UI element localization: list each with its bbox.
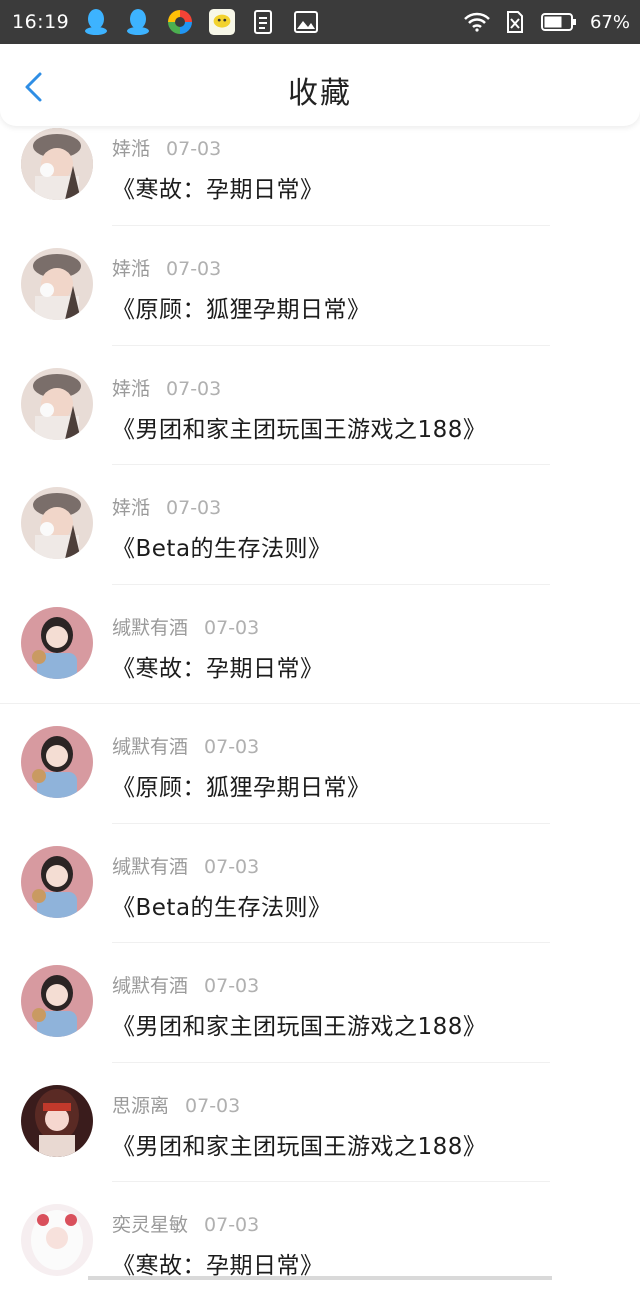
list-item[interactable]: 婞湉 07-03 《寒故：孕期日常》	[0, 126, 640, 226]
list-item[interactable]: 缄默有酒 07-03 《Beta的生存法则》	[0, 824, 640, 943]
item-title: 《男团和家主团玩国王游戏之188》	[112, 1014, 487, 1040]
item-title: 《寒故：孕期日常》	[112, 177, 324, 203]
avatar	[21, 487, 93, 559]
post-date: 07-03	[166, 138, 222, 160]
post-date: 07-03	[204, 616, 260, 639]
author-name: 缄默有酒	[112, 736, 189, 758]
post-date: 07-03	[204, 736, 260, 758]
qq-icon	[83, 9, 109, 35]
author-name: 婞湉	[112, 138, 151, 160]
document-icon	[251, 9, 277, 35]
bottom-scroll-indicator	[88, 1276, 552, 1280]
author-name: 缄默有酒	[112, 975, 189, 997]
item-title: 《男团和家主团玩国王游戏之188》	[112, 1133, 487, 1160]
page-title: 收藏	[288, 76, 352, 111]
author-name: 婞湉	[112, 258, 151, 280]
avatar	[21, 248, 93, 320]
status-time: 16:19	[12, 11, 70, 33]
item-title: 《Beta的生存法则》	[112, 894, 332, 921]
avatar	[21, 1084, 93, 1157]
color-wheel-app-icon	[167, 9, 193, 35]
avatar	[21, 606, 93, 679]
post-date: 07-03	[166, 258, 222, 280]
list-item[interactable]: 奕灵星敏 07-03 《寒故：孕期日常》	[0, 1182, 640, 1302]
avatar	[21, 845, 93, 918]
author-name: 缄默有酒	[112, 616, 189, 639]
item-title: 《原顾：狐狸孕期日常》	[112, 297, 371, 323]
no-sim-icon	[502, 9, 528, 35]
item-title: 《寒故：孕期日常》	[112, 655, 324, 682]
battery-icon	[540, 9, 578, 35]
author-name: 婞湉	[112, 377, 151, 400]
item-title: 《寒故：孕期日常》	[112, 1253, 324, 1279]
avatar	[21, 128, 93, 200]
qq-icon	[125, 9, 151, 35]
author-name: 奕灵星敏	[112, 1214, 189, 1236]
avatar	[21, 965, 93, 1037]
post-date: 07-03	[204, 1214, 260, 1236]
list-item[interactable]: 婞湉 07-03 《Beta的生存法则》	[0, 465, 640, 585]
post-date: 07-03	[166, 377, 222, 400]
author-name: 缄默有酒	[112, 855, 189, 878]
list-item[interactable]: 婞湉 07-03 《原顾：狐狸孕期日常》	[0, 226, 640, 346]
item-title: 《原顾：狐狸孕期日常》	[112, 775, 371, 801]
avatar	[21, 367, 93, 440]
wifi-icon	[464, 9, 490, 35]
item-title: 《Beta的生存法则》	[112, 536, 332, 562]
author-name: 婞湉	[112, 497, 151, 519]
favorites-list: 婞湉 07-03 《寒故：孕期日常》 婞湉 07-03 《原顾：狐狸孕期日常》 婞湉…	[0, 126, 640, 1302]
header-bar: 收藏	[0, 44, 640, 126]
image-icon	[293, 9, 319, 35]
post-date: 07-03	[204, 975, 260, 997]
post-date: 07-03	[204, 855, 260, 878]
chat-app-icon	[209, 9, 236, 35]
battery-percent: 67%	[589, 11, 630, 33]
list-item[interactable]: 缄默有酒 07-03 《原顾：狐狸孕期日常》	[0, 704, 640, 824]
list-item[interactable]: 缄默有酒 07-03 《寒故：孕期日常》	[0, 585, 640, 704]
list-item[interactable]: 思源离 07-03 《男团和家主团玩国王游戏之188》	[0, 1063, 640, 1182]
list-item[interactable]: 婞湉 07-03 《男团和家主团玩国王游戏之188》	[0, 346, 640, 465]
post-date: 07-03	[185, 1094, 241, 1117]
item-title: 《男团和家主团玩国王游戏之188》	[112, 416, 487, 443]
post-date: 07-03	[166, 497, 222, 519]
status-bar: 16:19 67%	[0, 0, 640, 44]
notification-icons	[83, 9, 319, 35]
avatar	[21, 1204, 93, 1276]
author-name: 思源离	[112, 1094, 170, 1117]
avatar	[21, 726, 93, 798]
list-item[interactable]: 缄默有酒 07-03 《男团和家主团玩国王游戏之188》	[0, 943, 640, 1063]
status-right: 67%	[464, 0, 630, 44]
